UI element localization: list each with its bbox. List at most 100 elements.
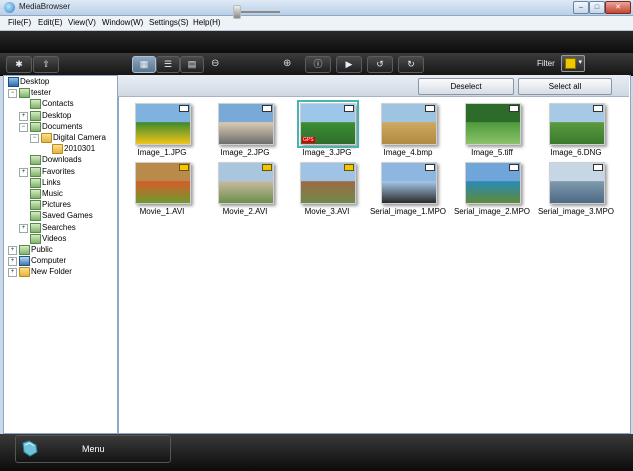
tree-item[interactable]: Pictures — [4, 199, 117, 211]
file-thumbnail[interactable] — [381, 162, 437, 204]
movie-badge-icon — [344, 164, 354, 171]
file-name-label[interactable]: Image_5.tiff — [450, 148, 534, 157]
file-name-label[interactable]: Movie_2.AVI — [203, 207, 287, 216]
expand-icon[interactable]: + — [8, 268, 17, 278]
thumbnail-grid: Image_1.JPG Image_2.JPG GPS Image_3.JPG Imag… — [118, 96, 629, 426]
tree-item[interactable]: − tester — [4, 87, 117, 99]
select-all-button[interactable]: Select all — [518, 78, 612, 95]
file-thumbnail[interactable] — [218, 162, 274, 204]
details-view-button[interactable]: ▤ — [180, 56, 204, 73]
file-thumbnail[interactable] — [465, 103, 521, 145]
user-folder-icon — [19, 88, 30, 99]
tree-item[interactable]: Contacts — [4, 98, 117, 110]
rotate-left-icon: ↺ — [376, 59, 384, 69]
image-badge-icon — [593, 164, 603, 171]
tree-item[interactable]: + New Folder — [4, 266, 117, 278]
file-name-label[interactable]: Movie_3.AVI — [285, 207, 369, 216]
file-name-label[interactable]: Serial_image_1.MPO — [366, 207, 450, 216]
file-name-label[interactable]: Image_6.DNG — [534, 148, 618, 157]
menu-settings[interactable]: Settings(S) — [149, 18, 189, 27]
tree-item[interactable]: − Digital Camera — [4, 132, 117, 143]
tree-item[interactable]: 2010301 — [4, 143, 117, 155]
tree-item[interactable]: Saved Games — [4, 210, 117, 222]
expand-icon[interactable]: + — [8, 246, 17, 255]
filter-dropdown[interactable]: ▾ — [561, 55, 585, 72]
file-name-label[interactable]: Image_1.JPG — [120, 148, 204, 157]
zoom-slider-thumb[interactable] — [233, 5, 241, 19]
parent-folder-button[interactable]: ⇧ — [33, 56, 59, 73]
file-name-label[interactable]: Image_3.JPG — [285, 148, 369, 157]
folder-up-icon: ⇧ — [42, 59, 50, 69]
thumbnail-view-button[interactable]: ▦ — [132, 56, 156, 73]
zoom-out-icon[interactable]: ⊖ — [211, 58, 225, 72]
downloads-folder-icon — [30, 155, 41, 166]
saved-games-folder-icon — [30, 211, 41, 222]
file-name-label[interactable]: Movie_1.AVI — [120, 207, 204, 216]
tree-item[interactable]: + Computer — [4, 255, 117, 267]
expand-icon[interactable]: + — [19, 223, 28, 233]
collapse-icon[interactable]: − — [30, 134, 39, 143]
expand-icon[interactable]: + — [19, 167, 28, 177]
tree-item[interactable]: Music — [4, 188, 117, 199]
collapse-icon[interactable]: − — [8, 89, 17, 99]
file-name-label[interactable]: Serial_image_2.MPO — [450, 207, 534, 216]
zoom-slider-track[interactable] — [240, 11, 280, 13]
close-button[interactable]: ✕ — [605, 1, 631, 14]
file-thumbnail[interactable]: GPS — [297, 100, 359, 148]
gps-badge: GPS — [302, 137, 315, 143]
image-badge-icon — [425, 164, 435, 171]
tree-item-label: Favorites — [42, 166, 75, 176]
file-thumbnail[interactable] — [135, 162, 191, 204]
file-thumbnail[interactable] — [381, 103, 437, 145]
maximize-button[interactable]: □ — [589, 1, 605, 14]
image-badge-icon — [344, 105, 354, 112]
rotate-left-button[interactable]: ↺ — [367, 56, 393, 73]
tree-item[interactable]: + Searches — [4, 222, 117, 233]
expand-icon[interactable]: + — [8, 257, 17, 267]
filter-swatch-icon — [565, 58, 576, 69]
file-name-label[interactable]: Serial_image_3.MPO — [534, 207, 618, 216]
file-thumbnail[interactable] — [549, 103, 605, 145]
menu-edit[interactable]: Edit(E) — [38, 18, 62, 27]
info-button[interactable]: ⓘ — [305, 56, 331, 73]
new-folder-button[interactable]: ✱ — [6, 56, 32, 73]
collapse-icon[interactable]: − — [19, 122, 28, 132]
folder-icon — [41, 133, 52, 143]
rotate-right-button[interactable]: ↻ — [398, 56, 424, 73]
file-thumbnail[interactable] — [135, 103, 191, 145]
list-view-button[interactable]: ☰ — [156, 56, 180, 73]
tree-item[interactable]: Desktop — [4, 76, 117, 87]
menu-help[interactable]: Help(H) — [193, 18, 221, 27]
contacts-folder-icon — [30, 99, 41, 110]
slideshow-button[interactable]: ▶ — [336, 56, 362, 73]
music-folder-icon — [30, 189, 41, 199]
menu-button[interactable]: Menu — [15, 435, 171, 463]
menu-file[interactable]: File(F) — [8, 18, 31, 27]
tree-item[interactable]: − Documents — [4, 121, 117, 132]
list-icon: ☰ — [163, 59, 173, 69]
tree-item[interactable]: + Public — [4, 244, 117, 255]
menu-view[interactable]: View(V) — [68, 18, 96, 27]
file-thumbnail[interactable] — [300, 162, 356, 204]
tree-item[interactable]: Downloads — [4, 154, 117, 166]
tree-item-label: Computer — [31, 256, 67, 266]
zoom-in-icon[interactable]: ⊕ — [283, 58, 297, 72]
folder-tree[interactable]: Desktop − tester Contacts + Desktop − Documents… — [3, 75, 118, 434]
file-thumbnail[interactable] — [218, 103, 274, 145]
file-thumbnail[interactable] — [465, 162, 521, 204]
tree-item[interactable]: + Desktop — [4, 110, 117, 121]
deselect-button[interactable]: Deselect — [418, 78, 514, 95]
image-badge-icon — [509, 105, 519, 112]
grid-icon: ▦ — [139, 59, 149, 69]
tree-item[interactable]: + Favorites — [4, 166, 117, 177]
file-name-label[interactable]: Image_2.JPG — [203, 148, 287, 157]
tree-item[interactable]: Links — [4, 177, 117, 188]
minimize-button[interactable]: – — [573, 1, 589, 14]
folder-icon — [19, 267, 30, 278]
file-thumbnail[interactable] — [549, 162, 605, 204]
tree-item[interactable]: Videos — [4, 233, 117, 244]
file-name-label[interactable]: Image_4.bmp — [366, 148, 450, 157]
expand-icon[interactable]: + — [19, 111, 28, 121]
details-icon: ▤ — [187, 59, 197, 69]
menu-window[interactable]: Window(W) — [102, 18, 143, 27]
